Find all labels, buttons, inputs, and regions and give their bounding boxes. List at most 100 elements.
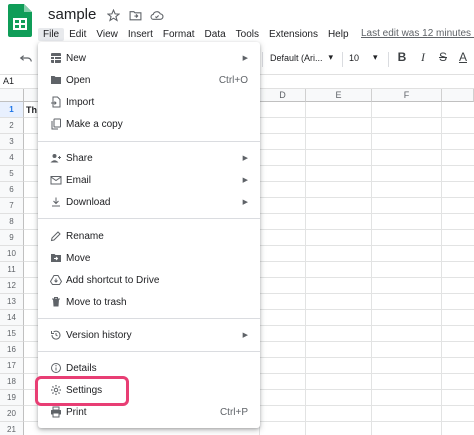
menu-item-label: Open: [66, 74, 91, 86]
menu-divider: [38, 318, 260, 319]
move-folder-icon[interactable]: [127, 7, 143, 23]
submenu-arrow-icon: ▶: [242, 332, 248, 339]
menu-item-new[interactable]: New ▶: [38, 48, 260, 68]
bold-button[interactable]: B: [395, 50, 409, 64]
menu-item-email[interactable]: Email ▶: [38, 170, 260, 190]
menu-item-move-to-trash[interactable]: Move to trash: [38, 292, 260, 312]
row-header[interactable]: 12: [0, 278, 24, 294]
drive-shortcut-icon: [49, 273, 62, 286]
row-header[interactable]: 7: [0, 198, 24, 214]
info-icon: [49, 361, 62, 374]
grid-line: [371, 102, 372, 435]
menu-data[interactable]: Data: [200, 28, 231, 41]
menu-item-open[interactable]: Open Ctrl+O: [38, 70, 260, 90]
column-header-e[interactable]: E: [306, 89, 372, 102]
menu-extensions[interactable]: Extensions: [264, 28, 323, 41]
settings-highlight-box: [35, 376, 129, 406]
menu-bar: File Edit View Insert Format Data Tools …: [38, 26, 354, 42]
row-header[interactable]: 1: [0, 102, 24, 118]
sheets-logo[interactable]: [8, 4, 32, 37]
undo-icon[interactable]: [19, 51, 35, 67]
toolbar-divider: [262, 52, 263, 67]
font-size-select[interactable]: 10 ▾: [349, 52, 378, 63]
menu-item-label: Email: [66, 174, 92, 186]
row-header[interactable]: 21: [0, 422, 24, 435]
menu-help[interactable]: Help: [323, 28, 354, 41]
menu-format[interactable]: Format: [158, 28, 200, 41]
menu-item-label: Rename: [66, 230, 104, 242]
row-header[interactable]: 5: [0, 166, 24, 182]
row-header[interactable]: 10: [0, 246, 24, 262]
menu-item-add-shortcut[interactable]: Add shortcut to Drive: [38, 270, 260, 290]
row-header[interactable]: 20: [0, 406, 24, 422]
text-color-button[interactable]: A: [456, 50, 470, 64]
row-header[interactable]: 16: [0, 342, 24, 358]
menu-item-details[interactable]: Details: [38, 358, 260, 378]
cloud-status-icon[interactable]: [149, 7, 165, 23]
menu-item-make-a-copy[interactable]: Make a copy: [38, 114, 260, 134]
submenu-arrow-icon: ▶: [242, 155, 248, 162]
font-family-value: Default (Ari...: [270, 52, 323, 63]
menu-item-import[interactable]: Import: [38, 92, 260, 112]
row-header[interactable]: 8: [0, 214, 24, 230]
column-header-g[interactable]: [442, 89, 474, 102]
row-header[interactable]: 9: [0, 230, 24, 246]
pencil-icon: [49, 229, 62, 242]
name-box[interactable]: A1: [3, 76, 14, 86]
submenu-arrow-icon: ▶: [242, 55, 248, 62]
menu-tools[interactable]: Tools: [231, 28, 264, 41]
italic-button[interactable]: I: [416, 50, 430, 65]
row-header[interactable]: 6: [0, 182, 24, 198]
menu-item-label: Move to trash: [66, 296, 127, 308]
star-icon[interactable]: [105, 7, 121, 23]
menu-divider: [38, 351, 260, 352]
grid-line: [305, 102, 306, 435]
row-header[interactable]: 17: [0, 358, 24, 374]
chevron-down-icon: ▾: [373, 52, 378, 62]
row-header[interactable]: 18: [0, 374, 24, 390]
menu-item-download[interactable]: Download ▶: [38, 192, 260, 212]
document-title[interactable]: sample: [48, 6, 96, 23]
menu-view[interactable]: View: [91, 28, 123, 41]
menu-insert[interactable]: Insert: [123, 28, 158, 41]
move-folder-icon: [49, 251, 62, 264]
row-header[interactable]: 15: [0, 326, 24, 342]
column-header-d[interactable]: D: [260, 89, 306, 102]
menu-item-label: Share: [66, 152, 93, 164]
row-header[interactable]: 4: [0, 150, 24, 166]
share-person-icon: [49, 151, 62, 164]
history-icon: [49, 328, 62, 341]
trash-icon: [49, 295, 62, 308]
menu-file[interactable]: File: [38, 27, 65, 41]
row-header[interactable]: 13: [0, 294, 24, 310]
row-header[interactable]: 14: [0, 310, 24, 326]
menu-item-share[interactable]: Share ▶: [38, 148, 260, 168]
menu-item-label: Move: [66, 252, 91, 264]
file-menu: New ▶ Open Ctrl+O Import Make a copy Sha…: [38, 42, 260, 428]
menu-item-label: Version history: [66, 329, 132, 341]
last-edit-link[interactable]: Last edit was 12 minutes a: [361, 28, 474, 39]
row-header[interactable]: 3: [0, 134, 24, 150]
row-header[interactable]: 11: [0, 262, 24, 278]
select-all-corner[interactable]: [0, 89, 24, 102]
menu-item-version-history[interactable]: Version history ▶: [38, 325, 260, 345]
submenu-arrow-icon: ▶: [242, 177, 248, 184]
menu-item-move[interactable]: Move: [38, 248, 260, 268]
cell-a1[interactable]: Th: [26, 105, 37, 115]
menu-item-rename[interactable]: Rename: [38, 226, 260, 246]
font-family-select[interactable]: Default (Ari... ▾: [270, 52, 333, 63]
menu-edit[interactable]: Edit: [64, 28, 91, 41]
download-icon: [49, 195, 62, 208]
chevron-down-icon: ▾: [328, 52, 334, 62]
shortcut-label: Ctrl+O: [218, 74, 248, 86]
menu-divider: [38, 141, 260, 142]
row-header[interactable]: 19: [0, 390, 24, 406]
folder-icon: [49, 73, 62, 86]
toolbar-divider: [388, 52, 389, 67]
menu-item-label: Download: [66, 196, 111, 208]
font-size-value: 10: [349, 52, 360, 63]
shortcut-label: Ctrl+P: [219, 406, 248, 418]
column-header-f[interactable]: F: [372, 89, 442, 102]
row-header[interactable]: 2: [0, 118, 24, 134]
strikethrough-button[interactable]: S: [436, 50, 450, 64]
